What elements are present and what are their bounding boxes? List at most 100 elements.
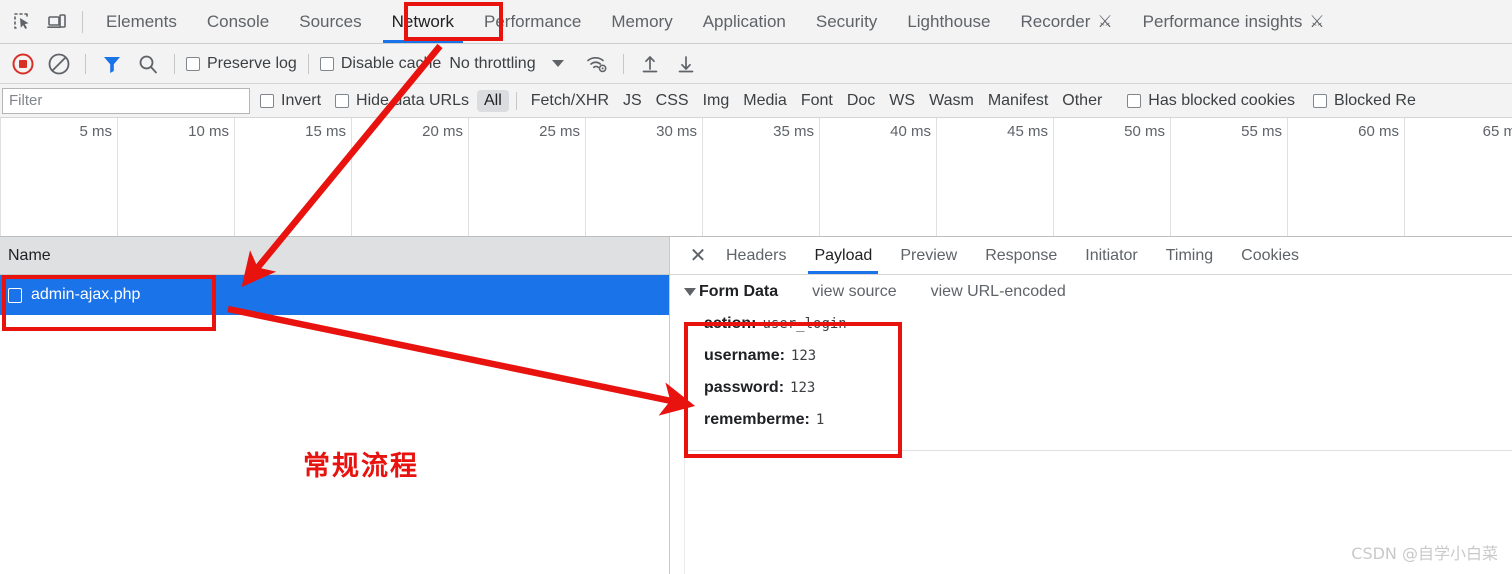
tab-security[interactable]: Security bbox=[801, 0, 892, 43]
tab-performance-insights[interactable]: Performance insights ⚔ bbox=[1128, 0, 1340, 43]
filter-type-fetch-xhr[interactable]: Fetch/XHR bbox=[524, 90, 616, 112]
tab-performance[interactable]: Performance bbox=[469, 0, 596, 43]
tab-application[interactable]: Application bbox=[688, 0, 801, 43]
form-data-section-header[interactable]: Form Data view source view URL-encoded bbox=[670, 275, 1512, 309]
chevron-down-icon[interactable] bbox=[684, 288, 696, 296]
invert-checkbox[interactable]: Invert bbox=[258, 92, 323, 110]
tab-label: Console bbox=[206, 12, 270, 31]
form-data-key: password: bbox=[704, 379, 785, 396]
tab-label: Elements bbox=[106, 12, 177, 31]
section-title: Form Data bbox=[699, 283, 779, 300]
close-icon[interactable]: ✕ bbox=[684, 246, 712, 266]
tick-label: 15 ms bbox=[305, 123, 346, 140]
detail-tab-headers[interactable]: Headers bbox=[712, 237, 800, 274]
preserve-log-checkbox[interactable]: Preserve log bbox=[184, 55, 299, 73]
search-icon[interactable] bbox=[131, 47, 165, 81]
section-divider bbox=[684, 450, 1512, 451]
request-detail-pane: ✕ Headers Payload Preview Response Initi… bbox=[670, 237, 1512, 574]
detail-tabbar: ✕ Headers Payload Preview Response Initi… bbox=[670, 237, 1512, 275]
request-name: admin-ajax.php bbox=[31, 286, 141, 303]
tab-label: Memory bbox=[611, 12, 673, 31]
chevron-down-icon[interactable] bbox=[551, 60, 564, 67]
tick-label: 60 ms bbox=[1358, 123, 1399, 140]
blocked-requests-checkbox[interactable]: Blocked Re bbox=[1311, 92, 1418, 110]
export-har-icon[interactable] bbox=[669, 47, 703, 81]
tab-label: Lighthouse bbox=[907, 12, 991, 31]
network-overview-timeline[interactable]: 5 ms 10 ms 15 ms 20 ms 25 ms 30 ms 35 ms… bbox=[0, 118, 1512, 237]
form-data-value: 123 bbox=[790, 348, 817, 364]
detail-tab-response[interactable]: Response bbox=[971, 237, 1071, 274]
timeline-tick: 20 ms bbox=[351, 118, 468, 236]
tab-label: Recorder bbox=[1020, 12, 1091, 31]
detail-tab-payload[interactable]: Payload bbox=[800, 237, 886, 274]
toolbar-divider bbox=[85, 53, 86, 74]
timeline-tick: 50 ms bbox=[1053, 118, 1170, 236]
filter-type-ws[interactable]: WS bbox=[882, 90, 922, 112]
filter-type-other[interactable]: Other bbox=[1055, 90, 1109, 112]
timeline-tick: 15 ms bbox=[234, 118, 351, 236]
beaker-icon: ⚔ bbox=[1097, 12, 1113, 31]
tab-network[interactable]: Network bbox=[377, 0, 469, 43]
has-blocked-cookies-checkbox[interactable]: Has blocked cookies bbox=[1125, 92, 1297, 110]
pane-edge-rule bbox=[684, 450, 685, 574]
tab-console[interactable]: Console bbox=[192, 0, 284, 43]
import-har-icon[interactable] bbox=[633, 47, 667, 81]
device-toolbar-icon[interactable] bbox=[40, 5, 74, 39]
column-header-name: Name bbox=[8, 246, 51, 264]
disable-cache-label: Disable cache bbox=[340, 54, 442, 72]
filter-type-css[interactable]: CSS bbox=[649, 90, 696, 112]
request-list-pane: Name admin-ajax.php bbox=[0, 237, 670, 574]
detail-tab-cookies[interactable]: Cookies bbox=[1227, 237, 1313, 274]
form-data-list: action: user_login username: 123 passwor… bbox=[670, 309, 1512, 443]
tab-memory[interactable]: Memory bbox=[596, 0, 687, 43]
filter-type-img[interactable]: Img bbox=[696, 90, 737, 112]
tab-label: Security bbox=[815, 12, 878, 31]
filter-type-all[interactable]: All bbox=[476, 89, 509, 112]
checkbox-box bbox=[1313, 93, 1328, 108]
preserve-log-label: Preserve log bbox=[207, 54, 297, 72]
document-icon bbox=[8, 287, 22, 303]
toolbar-divider bbox=[622, 53, 624, 74]
timeline-tick: 5 ms bbox=[0, 118, 117, 236]
hide-data-urls-checkbox[interactable]: Hide data URLs bbox=[333, 92, 471, 110]
record-stop-icon[interactable] bbox=[6, 47, 40, 81]
disable-cache-checkbox[interactable]: Disable cache bbox=[318, 55, 444, 73]
tab-label: Sources bbox=[299, 12, 362, 31]
list-item: password: 123 bbox=[704, 379, 1512, 411]
list-item: username: 123 bbox=[704, 347, 1512, 379]
clear-icon[interactable] bbox=[42, 47, 76, 81]
tab-sources[interactable]: Sources bbox=[284, 0, 376, 43]
inspect-element-icon[interactable] bbox=[6, 5, 40, 39]
network-panes: Name admin-ajax.php ✕ Headers Payload Pr… bbox=[0, 237, 1512, 574]
detail-tab-preview[interactable]: Preview bbox=[886, 237, 971, 274]
filter-type-js[interactable]: JS bbox=[616, 90, 649, 112]
timeline-tick: 55 ms bbox=[1170, 118, 1287, 236]
list-item: rememberme: 1 bbox=[704, 411, 1512, 443]
view-url-encoded-link[interactable]: view URL-encoded bbox=[931, 283, 1066, 301]
filter-type-media[interactable]: Media bbox=[736, 90, 794, 112]
form-data-value: 1 bbox=[815, 412, 825, 428]
table-row[interactable]: admin-ajax.php bbox=[0, 275, 669, 315]
invert-label: Invert bbox=[281, 91, 322, 109]
detail-tab-initiator[interactable]: Initiator bbox=[1071, 237, 1151, 274]
view-source-link[interactable]: view source bbox=[812, 283, 896, 301]
filter-type-manifest[interactable]: Manifest bbox=[981, 90, 1055, 112]
filter-divider bbox=[515, 91, 517, 110]
tick-label: 25 ms bbox=[539, 123, 580, 140]
checkbox-box bbox=[186, 56, 200, 71]
tab-recorder[interactable]: Recorder ⚔ bbox=[1006, 0, 1128, 43]
filter-type-font[interactable]: Font bbox=[794, 90, 840, 112]
filter-type-wasm[interactable]: Wasm bbox=[922, 90, 981, 112]
filter-type-doc[interactable]: Doc bbox=[840, 90, 882, 112]
tab-label: Performance insights bbox=[1142, 12, 1303, 31]
filter-funnel-icon[interactable] bbox=[95, 47, 129, 81]
detail-tab-timing[interactable]: Timing bbox=[1152, 237, 1227, 274]
wifi-settings-icon[interactable] bbox=[580, 47, 614, 81]
throttling-select[interactable]: No throttling bbox=[445, 55, 535, 73]
tab-lighthouse[interactable]: Lighthouse bbox=[892, 0, 1005, 43]
timeline-tick: 35 ms bbox=[702, 118, 819, 236]
tab-elements[interactable]: Elements bbox=[91, 0, 192, 43]
tick-label: 55 ms bbox=[1241, 123, 1282, 140]
tick-label: 30 ms bbox=[656, 123, 697, 140]
filter-input[interactable] bbox=[2, 87, 250, 114]
